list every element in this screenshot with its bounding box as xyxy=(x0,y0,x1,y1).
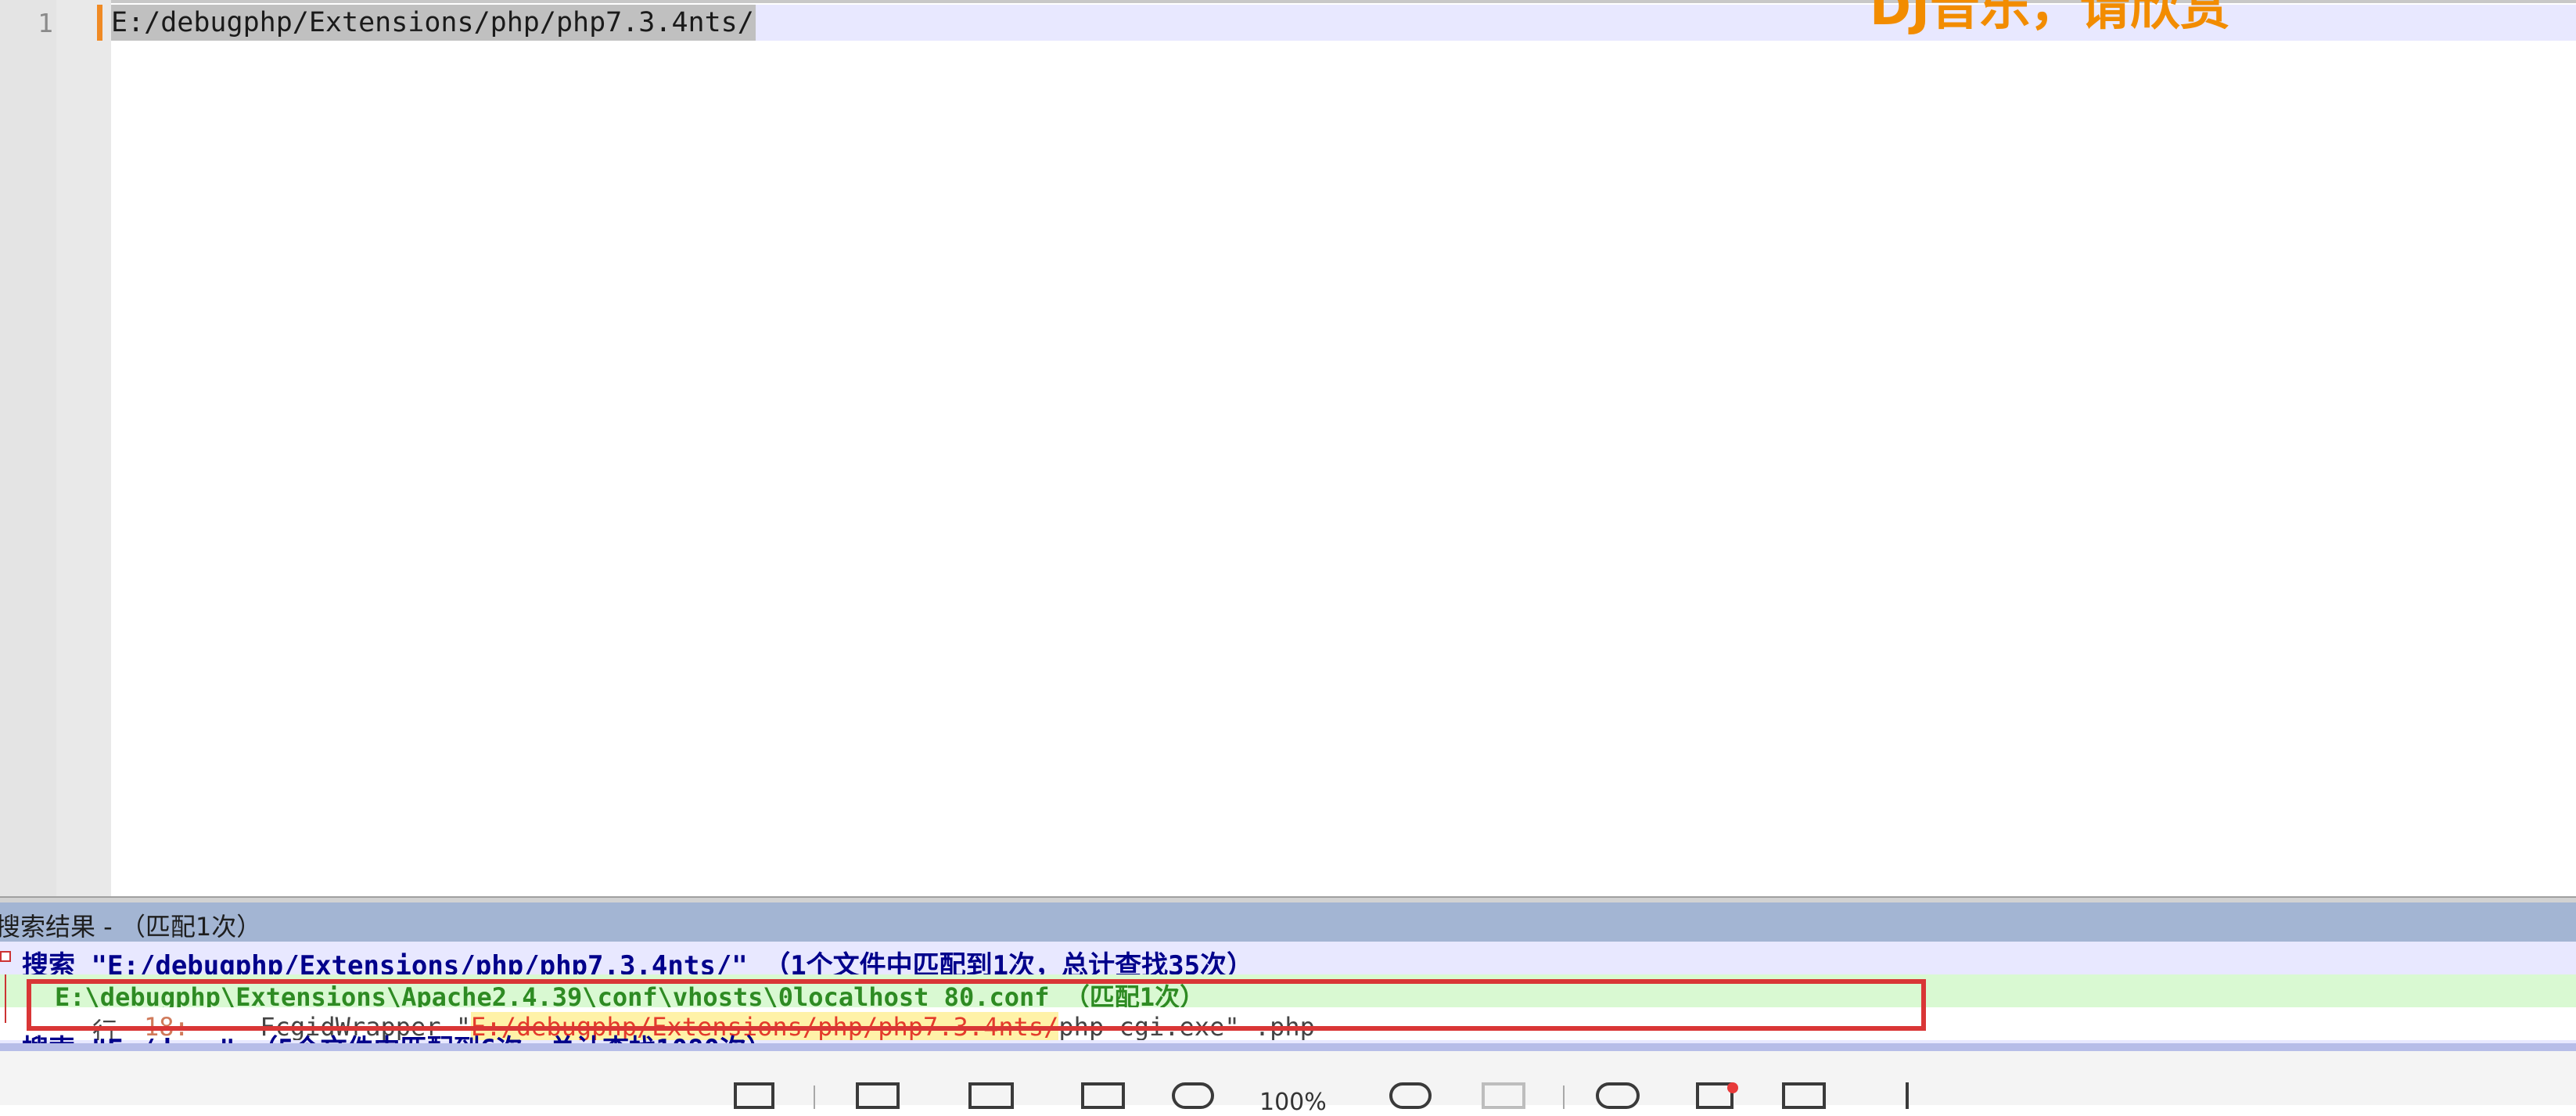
notification-dot xyxy=(1727,1082,1738,1093)
line-number-gutter: 1 xyxy=(0,0,56,896)
zoom-level: 100% xyxy=(1259,1089,1327,1116)
editor-pane[interactable]: 1 E:/debugphp/Extensions/php/php7.3.4nts… xyxy=(0,0,2576,896)
toolbar-separator xyxy=(1563,1085,1565,1109)
fold-tree-line xyxy=(5,974,6,1007)
toolbar-separator xyxy=(814,1085,815,1109)
fold-tree-line-end xyxy=(5,1007,6,1023)
fold-margin[interactable] xyxy=(56,0,111,896)
annotation-highlight-box xyxy=(27,979,1926,1031)
search-results-title: 搜索结果 - （匹配1次） xyxy=(0,912,262,942)
search-header-row[interactable]: 搜索 "E:/debugphp/Extensions/php/php7.3.4n… xyxy=(0,942,2576,981)
viewer-toolbar: 100% xyxy=(0,1051,2576,1116)
panel-splitter[interactable] xyxy=(0,896,2576,902)
panel-bottom-border xyxy=(0,1043,2576,1051)
change-marker xyxy=(97,5,102,41)
overlay-banner-text: DJ音乐，请欣赏 xyxy=(1870,0,2230,37)
fold-collapse-icon[interactable] xyxy=(0,951,11,962)
search-results-title-bar: 搜索结果 - （匹配1次） xyxy=(0,902,2576,942)
editor-line-1-selected-text[interactable]: E:/debugphp/Extensions/php/php7.3.4nts/ xyxy=(111,5,756,41)
line-number: 1 xyxy=(38,8,53,38)
